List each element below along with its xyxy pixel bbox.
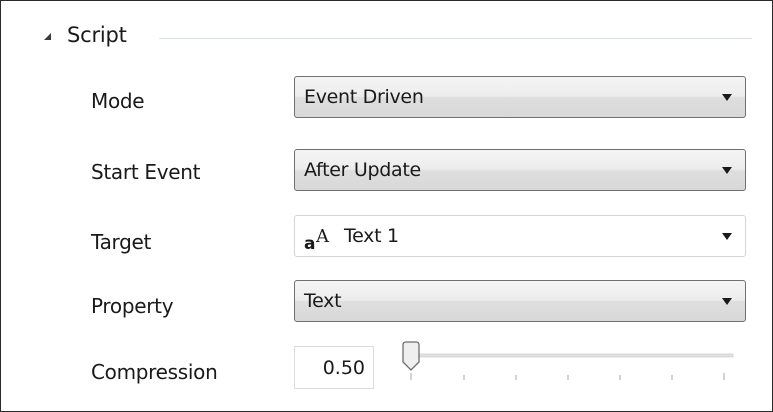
script-properties-panel: Script Mode Event Driven Start Event Aft…	[0, 0, 773, 412]
slider-thumb[interactable]	[402, 341, 420, 371]
start-event-value: After Update	[304, 159, 421, 181]
svg-text:a: a	[304, 234, 315, 252]
target-dropdown[interactable]: a A Text 1	[294, 215, 746, 257]
target-value: Text 1	[344, 225, 399, 247]
start-event-dropdown[interactable]: After Update	[294, 149, 746, 191]
mode-value: Event Driven	[304, 86, 424, 108]
compression-input[interactable]: 0.50	[294, 346, 374, 389]
property-dropdown[interactable]: Text	[294, 280, 746, 322]
chevron-down-icon	[722, 298, 732, 305]
property-label: Property	[91, 294, 174, 318]
start-event-label: Start Event	[91, 160, 201, 184]
chevron-down-icon	[722, 167, 732, 174]
chevron-down-icon	[722, 94, 732, 101]
section-divider	[159, 38, 752, 39]
section-header-script[interactable]: Script	[41, 23, 127, 47]
target-label: Target	[91, 230, 152, 254]
collapse-triangle-icon[interactable]	[41, 28, 55, 42]
mode-label: Mode	[91, 89, 145, 113]
property-value: Text	[304, 290, 342, 312]
svg-text:A: A	[315, 226, 330, 247]
section-title: Script	[67, 23, 127, 47]
compression-label: Compression	[91, 360, 218, 384]
compression-slider[interactable]	[397, 341, 737, 391]
mode-dropdown[interactable]: Event Driven	[294, 76, 746, 118]
text-object-icon: a A	[304, 224, 338, 254]
chevron-down-icon	[722, 233, 732, 240]
